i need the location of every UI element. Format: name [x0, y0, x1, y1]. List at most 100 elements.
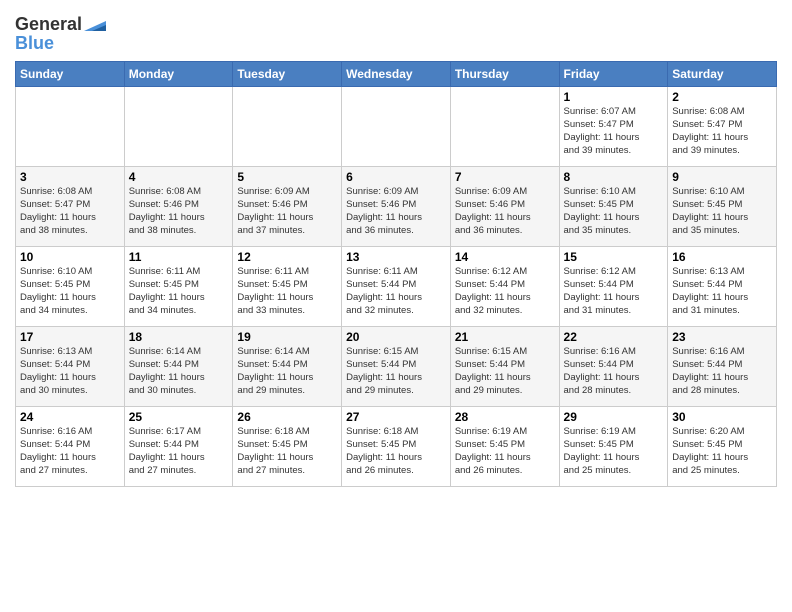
day-cell: [16, 87, 125, 167]
day-info: Sunrise: 6:08 AM Sunset: 5:46 PM Dayligh…: [129, 186, 229, 237]
day-cell: 17 Sunrise: 6:13 AM Sunset: 5:44 PM Dayli…: [16, 327, 125, 407]
day-info: Sunrise: 6:16 AM Sunset: 5:44 PM Dayligh…: [672, 346, 772, 397]
header-cell-wednesday: Wednesday: [342, 62, 451, 87]
day-cell: 16Sunrise: 6:13 AM Sunset: 5:44 PM Dayli…: [668, 247, 777, 327]
day-cell: 18Sunrise: 6:14 AM Sunset: 5:44 PM Dayli…: [124, 327, 233, 407]
logo-general: General: [15, 14, 82, 35]
day-number: 2: [672, 90, 772, 104]
day-number: 24: [20, 410, 120, 424]
day-number: 15: [564, 250, 664, 264]
header-cell-tuesday: Tuesday: [233, 62, 342, 87]
day-cell: 4 Sunrise: 6:08 AM Sunset: 5:46 PM Daylig…: [124, 167, 233, 247]
day-number: 5: [237, 170, 337, 184]
day-number: 10: [20, 250, 120, 264]
header-row: SundayMondayTuesdayWednesdayThursdayFrid…: [16, 62, 777, 87]
day-number: 28: [455, 410, 555, 424]
day-cell: 14 Sunrise: 6:12 AM Sunset: 5:44 PM Dayli…: [450, 247, 559, 327]
day-info: Sunrise: 6:08 AM Sunset: 5:47 PM Dayligh…: [20, 186, 120, 237]
day-cell: 20 Sunrise: 6:15 AM Sunset: 5:44 PM Dayli…: [342, 327, 451, 407]
day-cell: 30Sunrise: 6:20 AM Sunset: 5:45 PM Dayli…: [668, 407, 777, 487]
header-cell-thursday: Thursday: [450, 62, 559, 87]
day-cell: 8 Sunrise: 6:10 AM Sunset: 5:45 PM Daylig…: [559, 167, 668, 247]
day-cell: 13Sunrise: 6:11 AM Sunset: 5:44 PM Dayli…: [342, 247, 451, 327]
day-cell: 26Sunrise: 6:18 AM Sunset: 5:45 PM Dayli…: [233, 407, 342, 487]
week-row-1: 3 Sunrise: 6:08 AM Sunset: 5:47 PM Daylig…: [16, 167, 777, 247]
day-number: 29: [564, 410, 664, 424]
day-cell: 27 Sunrise: 6:18 AM Sunset: 5:45 PM Dayli…: [342, 407, 451, 487]
day-cell: 6Sunrise: 6:09 AM Sunset: 5:46 PM Daylig…: [342, 167, 451, 247]
day-number: 14: [455, 250, 555, 264]
day-info: Sunrise: 6:10 AM Sunset: 5:45 PM Dayligh…: [564, 186, 664, 237]
day-number: 25: [129, 410, 229, 424]
day-cell: 25 Sunrise: 6:17 AM Sunset: 5:44 PM Dayli…: [124, 407, 233, 487]
day-number: 19: [237, 330, 337, 344]
header-cell-monday: Monday: [124, 62, 233, 87]
logo-blue: Blue: [15, 33, 106, 54]
day-cell: 21 Sunrise: 6:15 AM Sunset: 5:44 PM Dayli…: [450, 327, 559, 407]
day-info: Sunrise: 6:07 AM Sunset: 5:47 PM Dayligh…: [564, 106, 664, 157]
header-cell-saturday: Saturday: [668, 62, 777, 87]
page-container: General Blue SundayMondayTuesdayWednesda…: [0, 0, 792, 492]
day-cell: 2 Sunrise: 6:08 AM Sunset: 5:47 PM Daylig…: [668, 87, 777, 167]
day-info: Sunrise: 6:19 AM Sunset: 5:45 PM Dayligh…: [564, 426, 664, 477]
day-number: 22: [564, 330, 664, 344]
day-info: Sunrise: 6:13 AM Sunset: 5:44 PM Dayligh…: [20, 346, 120, 397]
day-info: Sunrise: 6:15 AM Sunset: 5:44 PM Dayligh…: [346, 346, 446, 397]
day-cell: 15 Sunrise: 6:12 AM Sunset: 5:44 PM Dayli…: [559, 247, 668, 327]
day-number: 1: [564, 90, 664, 104]
day-cell: 22 Sunrise: 6:16 AM Sunset: 5:44 PM Dayli…: [559, 327, 668, 407]
day-info: Sunrise: 6:17 AM Sunset: 5:44 PM Dayligh…: [129, 426, 229, 477]
day-cell: 12Sunrise: 6:11 AM Sunset: 5:45 PM Dayli…: [233, 247, 342, 327]
day-cell: [124, 87, 233, 167]
day-info: Sunrise: 6:14 AM Sunset: 5:44 PM Dayligh…: [237, 346, 337, 397]
day-number: 23: [672, 330, 772, 344]
day-number: 11: [129, 250, 229, 264]
day-cell: 23 Sunrise: 6:16 AM Sunset: 5:44 PM Dayli…: [668, 327, 777, 407]
day-number: 17: [20, 330, 120, 344]
day-info: Sunrise: 6:09 AM Sunset: 5:46 PM Dayligh…: [346, 186, 446, 237]
day-cell: 9Sunrise: 6:10 AM Sunset: 5:45 PM Daylig…: [668, 167, 777, 247]
day-info: Sunrise: 6:15 AM Sunset: 5:44 PM Dayligh…: [455, 346, 555, 397]
day-number: 12: [237, 250, 337, 264]
day-cell: [233, 87, 342, 167]
day-number: 16: [672, 250, 772, 264]
header-cell-sunday: Sunday: [16, 62, 125, 87]
day-number: 20: [346, 330, 446, 344]
day-cell: 5 Sunrise: 6:09 AM Sunset: 5:46 PM Daylig…: [233, 167, 342, 247]
day-info: Sunrise: 6:14 AM Sunset: 5:44 PM Dayligh…: [129, 346, 229, 397]
day-info: Sunrise: 6:09 AM Sunset: 5:46 PM Dayligh…: [455, 186, 555, 237]
day-info: Sunrise: 6:18 AM Sunset: 5:45 PM Dayligh…: [237, 426, 337, 477]
day-cell: 7 Sunrise: 6:09 AM Sunset: 5:46 PM Daylig…: [450, 167, 559, 247]
day-number: 3: [20, 170, 120, 184]
week-row-0: 1 Sunrise: 6:07 AM Sunset: 5:47 PM Daylig…: [16, 87, 777, 167]
day-info: Sunrise: 6:16 AM Sunset: 5:44 PM Dayligh…: [20, 426, 120, 477]
day-cell: 24 Sunrise: 6:16 AM Sunset: 5:44 PM Dayli…: [16, 407, 125, 487]
day-number: 21: [455, 330, 555, 344]
week-row-4: 24 Sunrise: 6:16 AM Sunset: 5:44 PM Dayli…: [16, 407, 777, 487]
day-info: Sunrise: 6:12 AM Sunset: 5:44 PM Dayligh…: [455, 266, 555, 317]
header-cell-friday: Friday: [559, 62, 668, 87]
day-cell: 10Sunrise: 6:10 AM Sunset: 5:45 PM Dayli…: [16, 247, 125, 327]
day-info: Sunrise: 6:18 AM Sunset: 5:45 PM Dayligh…: [346, 426, 446, 477]
day-number: 9: [672, 170, 772, 184]
day-cell: 1 Sunrise: 6:07 AM Sunset: 5:47 PM Daylig…: [559, 87, 668, 167]
day-number: 7: [455, 170, 555, 184]
day-info: Sunrise: 6:08 AM Sunset: 5:47 PM Dayligh…: [672, 106, 772, 157]
day-number: 13: [346, 250, 446, 264]
day-info: Sunrise: 6:12 AM Sunset: 5:44 PM Dayligh…: [564, 266, 664, 317]
day-cell: [450, 87, 559, 167]
day-number: 4: [129, 170, 229, 184]
logo: General Blue: [15, 14, 106, 53]
day-number: 27: [346, 410, 446, 424]
day-cell: 3 Sunrise: 6:08 AM Sunset: 5:47 PM Daylig…: [16, 167, 125, 247]
header: General Blue: [15, 10, 777, 53]
day-cell: 29 Sunrise: 6:19 AM Sunset: 5:45 PM Dayli…: [559, 407, 668, 487]
day-info: Sunrise: 6:09 AM Sunset: 5:46 PM Dayligh…: [237, 186, 337, 237]
day-info: Sunrise: 6:20 AM Sunset: 5:45 PM Dayligh…: [672, 426, 772, 477]
day-number: 8: [564, 170, 664, 184]
week-row-2: 10Sunrise: 6:10 AM Sunset: 5:45 PM Dayli…: [16, 247, 777, 327]
day-cell: [342, 87, 451, 167]
day-cell: 28Sunrise: 6:19 AM Sunset: 5:45 PM Dayli…: [450, 407, 559, 487]
calendar-table: SundayMondayTuesdayWednesdayThursdayFrid…: [15, 61, 777, 487]
day-info: Sunrise: 6:16 AM Sunset: 5:44 PM Dayligh…: [564, 346, 664, 397]
